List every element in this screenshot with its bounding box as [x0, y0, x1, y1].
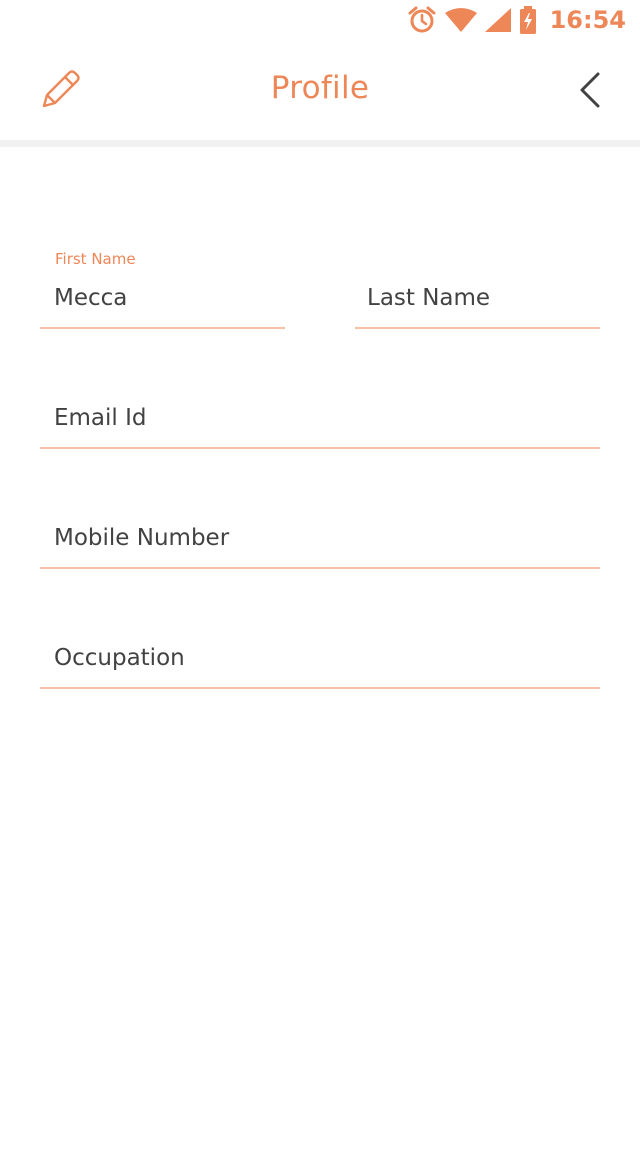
status-bar: 16:54 [0, 0, 640, 40]
back-button[interactable] [566, 68, 614, 116]
occupation-field [40, 610, 600, 690]
last-name-input[interactable] [355, 278, 600, 318]
occupation-input[interactable] [40, 638, 600, 678]
status-time: 16:54 [549, 6, 626, 34]
email-field [40, 370, 600, 450]
app-bar-divider [0, 140, 640, 147]
email-underline [40, 447, 600, 449]
last-name-field [355, 250, 600, 330]
mobile-input[interactable] [40, 518, 600, 558]
page-title: Profile [270, 70, 370, 106]
battery-charging-icon [518, 5, 538, 35]
status-icons: 16:54 [406, 4, 626, 36]
occupation-underline [40, 687, 600, 689]
alarm-icon [406, 5, 438, 35]
first-name-field: First Name [40, 250, 285, 330]
cell-signal-icon [484, 7, 512, 33]
app-bar: Profile [0, 40, 640, 140]
wifi-icon [444, 7, 478, 33]
chevron-left-icon [572, 70, 608, 114]
mobile-underline [40, 567, 600, 569]
last-name-underline [355, 327, 600, 329]
email-input[interactable] [40, 398, 600, 438]
mobile-field [40, 490, 600, 570]
first-name-label: First Name [55, 250, 136, 268]
first-name-input[interactable] [40, 278, 285, 318]
first-name-underline [40, 327, 285, 329]
